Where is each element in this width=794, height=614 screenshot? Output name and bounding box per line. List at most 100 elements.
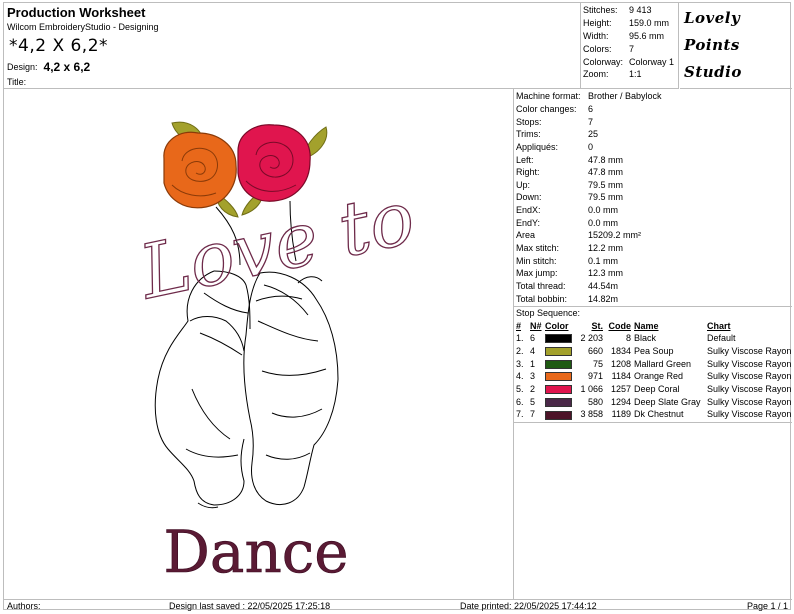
machine-row: Left: 47.8 mm	[516, 153, 662, 166]
color-swatch	[545, 347, 572, 357]
worksheet-header: Production Worksheet Wilcom EmbroiderySt…	[4, 3, 581, 89]
col-index: #	[516, 321, 522, 331]
stop-chart: Sulky Viscose Rayon	[707, 346, 792, 357]
machine-label: Right:	[516, 167, 540, 178]
design-code: *4,2 X 6,2*	[9, 36, 109, 56]
application-name: Wilcom EmbroideryStudio - Designing	[7, 22, 159, 32]
design-stats: Stitches: 9 413 Height: 159.0 mm Width: 95.6 …	[581, 3, 679, 89]
stop-name: Deep Coral	[634, 384, 680, 395]
machine-row: Down: 79.5 mm	[516, 191, 662, 204]
col-color: Color	[545, 321, 569, 331]
machine-value: 47.8 mm	[588, 167, 624, 178]
machine-value: 0.0 mm	[588, 217, 619, 228]
logo-line-2: Points	[684, 36, 740, 54]
stop-stitches: 580	[587, 396, 603, 407]
machine-label: Machine format:	[516, 91, 581, 102]
stop-stitches: 75	[592, 358, 603, 369]
design-row: Design: 4,2 x 6,2	[7, 59, 91, 74]
col-stitches: St.	[591, 321, 603, 331]
stop-row: 7. 7 3 858 1189 Dk Chestnut Sulky Viscose Ray…	[516, 408, 791, 421]
machine-row: Total bobbin: 14.82m	[516, 292, 662, 305]
stop-color	[545, 357, 576, 370]
separator	[514, 422, 792, 423]
color-swatch	[545, 385, 572, 395]
stop-name: Pea Soup	[634, 346, 674, 357]
stop-index: 3.	[516, 358, 524, 369]
machine-value: 15209.2 mm²	[588, 230, 642, 241]
worksheet-page: Production Worksheet Wilcom EmbroiderySt…	[3, 2, 792, 611]
stat-row: Colors: 7	[583, 42, 674, 55]
dance-text: Dance	[163, 518, 348, 586]
stat-row: Zoom: 1:1	[583, 68, 674, 81]
machine-value: 12.2 mm	[588, 243, 624, 253]
stop-index: 1.	[516, 333, 524, 344]
stop-stitches: 2 203	[580, 333, 603, 344]
page-title: Production Worksheet	[7, 5, 146, 20]
color-swatch	[545, 334, 572, 344]
machine-label: Stops:	[516, 116, 542, 127]
machine-info: Machine format: Brother / Babylock Color c…	[514, 89, 792, 305]
stop-row: 3. 1 75 1208 Mallard Green Sulky Viscose Rayo…	[516, 357, 791, 370]
stop-color	[545, 345, 576, 358]
design-artwork: Love to Dance	[130, 121, 422, 586]
stop-code: 1208	[610, 358, 631, 369]
worksheet-footer: Authors: Design last saved : 22/05/2025 …	[4, 599, 792, 611]
design-label: Design:	[7, 62, 38, 72]
machine-row: EndY: 0.0 mm	[516, 216, 662, 229]
stop-color	[545, 370, 576, 383]
stat-value: 9 413	[629, 5, 652, 16]
stat-label: Width:	[583, 30, 609, 41]
design-value: 4,2 x 6,2	[43, 60, 91, 74]
right-ballet-shoe	[243, 271, 339, 505]
machine-row: Up: 79.5 mm	[516, 178, 662, 191]
machine-row: Stops: 7	[516, 115, 662, 128]
stop-row: 1. 6 2 203 8 Black Default	[516, 332, 791, 345]
authors-label: Authors:	[7, 601, 41, 611]
machine-label: Total thread:	[516, 280, 566, 291]
stop-stitches: 3 858	[580, 409, 603, 420]
stop-stitches: 1 066	[580, 384, 603, 395]
machine-row: Machine format: Brother / Babylock	[516, 90, 662, 103]
color-swatch	[545, 410, 572, 420]
stop-code: 8	[625, 333, 631, 344]
stop-table-header: # N# Color St. Code Name Chart	[516, 320, 791, 332]
stop-code: 1257	[610, 384, 631, 395]
stop-chart: Sulky Viscose Rayon	[707, 371, 792, 382]
col-chart: Chart	[707, 321, 731, 331]
stop-name: Black	[634, 333, 657, 344]
stop-chart: Sulky Viscose Rayon	[707, 396, 792, 407]
stat-label: Colorway:	[583, 56, 624, 67]
machine-label: Min stitch:	[516, 255, 557, 266]
stat-label: Height:	[583, 18, 612, 29]
stop-code: 1834	[610, 346, 631, 357]
stop-row: 2. 4 660 1834 Pea Soup Sulky Viscose Rayon	[516, 345, 791, 358]
stop-index: 5.	[516, 384, 524, 395]
stop-chart: Default	[707, 333, 736, 344]
machine-value: 6	[588, 103, 594, 114]
stop-index: 7.	[516, 409, 524, 420]
machine-label: Left:	[516, 154, 534, 165]
stop-color	[545, 332, 576, 345]
machine-row: Max stitch: 12.2 mm	[516, 242, 662, 255]
stat-row: Height: 159.0 mm	[583, 17, 674, 30]
machine-label: EndX:	[516, 205, 541, 216]
logo-line-3: Studio	[684, 63, 742, 81]
machine-value: 79.5 mm	[588, 179, 624, 190]
stop-name: Dk Chestnut	[634, 409, 684, 420]
machine-label: Color changes:	[516, 103, 577, 114]
machine-label: Area	[516, 230, 536, 241]
stop-row: 6. 5 580 1294 Deep Slate Gray Sulky Viscose R…	[516, 395, 791, 408]
stop-index: 6.	[516, 396, 524, 407]
machine-value: 0.1 mm	[588, 255, 619, 266]
machine-value: 14.82m	[588, 293, 619, 304]
title-label: Title:	[7, 77, 27, 87]
machine-value: 25	[588, 129, 599, 140]
machine-row: Area 15209.2 mm²	[516, 229, 662, 242]
machine-value: 12.3 mm	[588, 268, 624, 279]
stop-needle: 3	[530, 371, 536, 382]
stop-sequence-title: Stop Sequence:	[516, 308, 581, 318]
studio-logo: Lovely Points Studio	[680, 3, 792, 89]
machine-row: Total thread: 44.54m	[516, 280, 662, 293]
stat-value: 1:1	[629, 69, 642, 80]
stop-stitches: 660	[587, 346, 603, 357]
